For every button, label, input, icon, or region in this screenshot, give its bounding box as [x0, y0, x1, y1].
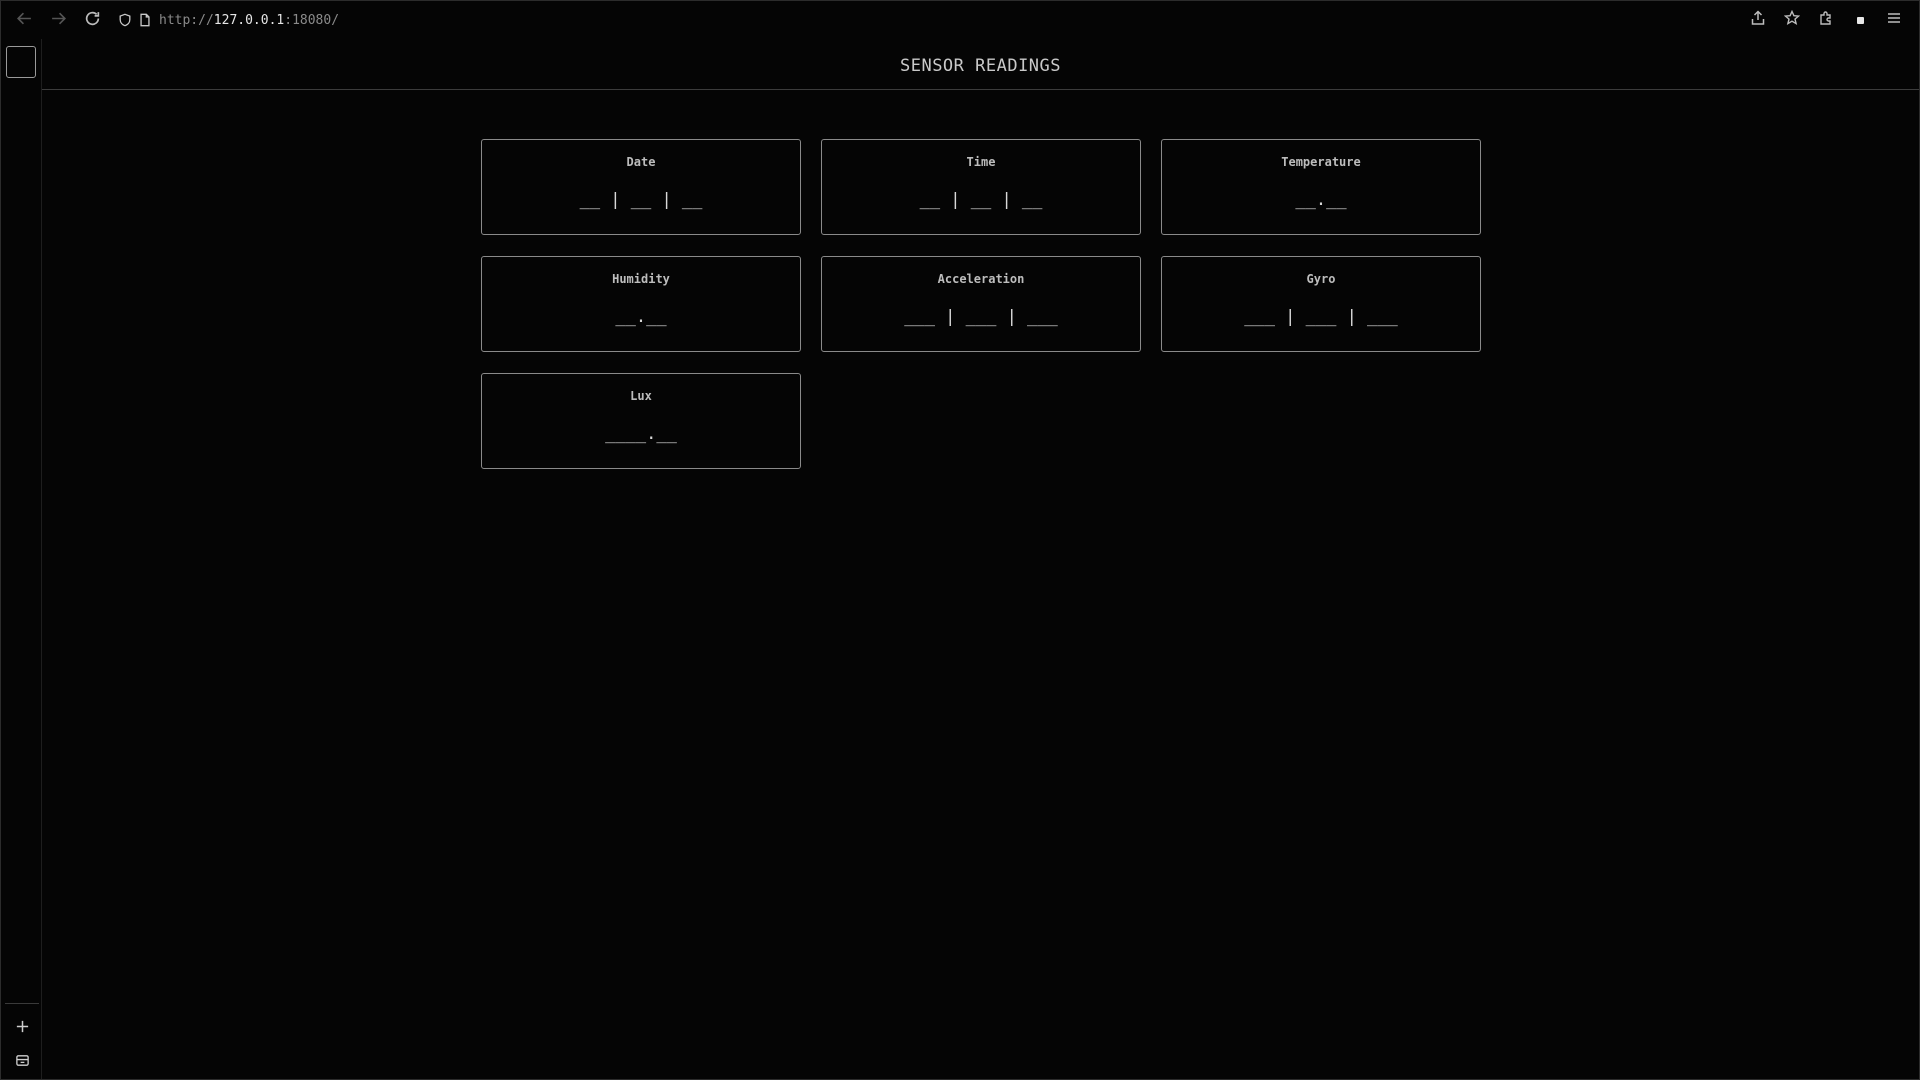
reload-icon	[84, 10, 101, 31]
url-host: 127.0.0.1	[213, 12, 285, 28]
card-value: __.__	[615, 307, 667, 327]
card-gyro: Gyro ___ | ___ | ___	[1161, 256, 1481, 352]
card-value: ____.__	[605, 424, 677, 444]
readings-grid: Date __ | __ | __ Time __ | __ | __ Temp…	[481, 139, 1483, 469]
page-content: SENSOR READINGS Date __ | __ | __ Time _…	[42, 39, 1919, 1079]
forward-button[interactable]	[41, 3, 75, 37]
bookmark-button[interactable]	[1777, 3, 1807, 37]
puzzle-icon	[1818, 10, 1834, 30]
url-text[interactable]: http://127.0.0.1:18080/	[159, 13, 339, 28]
card-label: Gyro	[1306, 272, 1336, 286]
card-label: Date	[626, 155, 656, 169]
card-lux: Lux ____.__	[481, 373, 801, 469]
card-label: Acceleration	[937, 272, 1025, 286]
url-scheme: http://	[159, 12, 214, 28]
sidebar	[1, 39, 42, 1079]
browser-window: http://127.0.0.1:18080/ SENSOR READINGS …	[0, 0, 1920, 1080]
extensions-button[interactable]	[1811, 3, 1841, 37]
reload-button[interactable]	[75, 3, 109, 37]
card-label: Humidity	[612, 272, 670, 286]
share-button[interactable]	[1743, 3, 1773, 37]
tray-icon	[15, 1053, 30, 1072]
card-time: Time __ | __ | __	[821, 139, 1141, 235]
page-title: SENSOR READINGS	[899, 56, 1062, 76]
card-date: Date __ | __ | __	[481, 139, 801, 235]
page-icon[interactable]	[135, 10, 155, 30]
sidebar-bottom-button[interactable]	[9, 1049, 35, 1075]
card-value: __ | __ | __	[579, 190, 703, 210]
arrow-right-icon	[50, 10, 67, 31]
hamburger-menu-icon	[1886, 10, 1902, 30]
shield-icon[interactable]	[115, 10, 135, 30]
extension-dot-icon	[1856, 16, 1864, 24]
card-acceleration: Acceleration ___ | ___ | ___	[821, 256, 1141, 352]
menu-button[interactable]	[1879, 3, 1909, 37]
card-value: __.__	[1295, 190, 1347, 210]
extension-button[interactable]	[1845, 3, 1875, 37]
card-label: Lux	[630, 389, 652, 403]
plus-icon	[15, 1019, 30, 1038]
url-port-path: :18080/	[284, 12, 340, 28]
card-value: __ | __ | __	[919, 190, 1043, 210]
url-bar[interactable]: http://127.0.0.1:18080/	[115, 5, 339, 35]
card-humidity: Humidity __.__	[481, 256, 801, 352]
back-button[interactable]	[7, 3, 41, 37]
sidebar-tab[interactable]	[6, 46, 36, 78]
card-label: Time	[966, 155, 996, 169]
card-label: Temperature	[1281, 155, 1361, 169]
sidebar-divider	[5, 1003, 39, 1004]
card-temperature: Temperature __.__	[1161, 139, 1481, 235]
star-icon	[1783, 9, 1801, 30]
toolbar-actions	[1743, 3, 1909, 37]
card-value: ___ | ___ | ___	[904, 307, 1058, 327]
new-tab-button[interactable]	[9, 1015, 35, 1041]
browser-toolbar: http://127.0.0.1:18080/	[1, 1, 1919, 39]
arrow-left-icon	[16, 10, 33, 31]
page-header: SENSOR READINGS	[42, 39, 1919, 90]
share-icon	[1750, 10, 1766, 30]
card-value: ___ | ___ | ___	[1244, 307, 1398, 327]
